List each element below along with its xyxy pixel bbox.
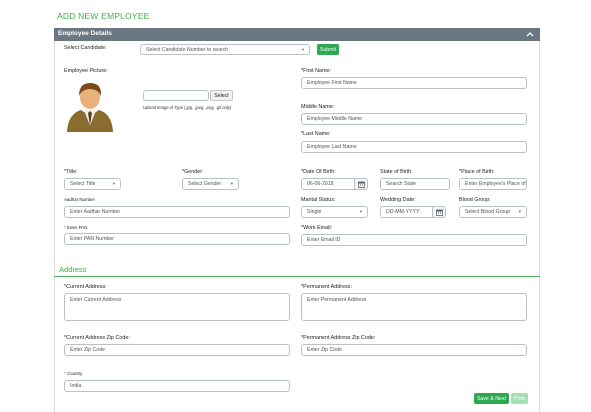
blood-group-select[interactable]: Select Blood Group ▾	[459, 206, 527, 218]
candidate-select[interactable]: Select Candidate Number to search ▾	[140, 44, 310, 55]
current-address-label: *Current Address:	[64, 284, 107, 290]
gender-label-text: Gender:	[184, 169, 204, 175]
chevron-up-icon[interactable]	[524, 28, 536, 41]
last-name-label-text: Last Name:	[303, 131, 331, 137]
state-of-birth-label: State of Birth:	[380, 169, 413, 175]
blood-group-value: Select Blood Group	[465, 209, 510, 215]
page-title: ADD NEW EMPLOYEE	[57, 11, 150, 21]
permanent-zip-label-text: Permanent Address Zip Code:	[303, 335, 376, 341]
current-zip-input[interactable]: Enter Zip Code	[64, 344, 290, 356]
first-name-label-text: First Name:	[303, 68, 331, 74]
select-picture-button[interactable]: Select	[210, 90, 233, 101]
blood-group-label: Blood Group:	[459, 197, 491, 203]
pan-label: * Enter PAN	[64, 225, 87, 230]
title-select[interactable]: Select Title ▾	[64, 178, 121, 190]
chevron-down-icon: ▾	[230, 181, 233, 186]
work-email-label: *Work Email:	[301, 225, 332, 231]
panel-header[interactable]	[54, 28, 540, 41]
permanent-zip-input[interactable]: Enter Zip Code	[301, 344, 527, 356]
print-button[interactable]: Print	[511, 393, 528, 404]
state-of-birth-input[interactable]: Search State	[380, 178, 450, 190]
upload-hint: Upload Image of Type (.jpg, .jpeg, .png,…	[143, 105, 232, 110]
candidate-select-value: Select Candidate Number to search	[146, 46, 229, 53]
country-label-text: Country	[66, 371, 83, 376]
place-of-birth-input[interactable]: Enter Employee's Place of B	[459, 178, 527, 190]
permanent-address-label-text: Permanent Address:	[303, 284, 352, 290]
chevron-down-icon: ▾	[112, 181, 115, 186]
dob-label: *Date Of Birth:	[301, 169, 336, 175]
pan-input[interactable]: Enter PAN Number	[64, 233, 290, 245]
gender-label: *Gender:	[182, 169, 204, 175]
permanent-address-textarea[interactable]: Enter Permanent Address	[301, 293, 527, 321]
country-input[interactable]: India	[64, 380, 290, 392]
first-name-label: *First Name:	[301, 68, 331, 74]
employee-avatar-icon	[64, 76, 116, 132]
wedding-date-input[interactable]: DD-MM-YYYY	[380, 206, 433, 218]
section-divider	[54, 276, 540, 277]
current-address-label-text: Current Address:	[66, 284, 107, 290]
calendar-icon[interactable]	[433, 206, 446, 218]
dob-label-text: Date Of Birth:	[303, 169, 336, 175]
picture-path-input[interactable]	[143, 90, 209, 101]
middle-name-label: Middle Name:	[301, 104, 335, 110]
title-label-text: Title:	[66, 169, 78, 175]
work-email-input[interactable]: Enter Email ID	[301, 234, 527, 246]
work-email-label-text: Work Email:	[303, 225, 333, 231]
submit-button[interactable]: Submit	[317, 44, 339, 55]
pan-label-text: Enter PAN	[66, 225, 88, 230]
panel-title: Employee Details	[58, 30, 112, 37]
country-label: * Country	[64, 371, 82, 376]
chevron-down-icon: ▾	[518, 209, 521, 214]
place-of-birth-label: *Place of Birth:	[459, 169, 495, 175]
calendar-icon[interactable]	[355, 178, 368, 190]
marital-status-label: Marital Status:	[301, 197, 336, 203]
chevron-down-icon: ▾	[301, 46, 304, 52]
save-next-button[interactable]: Save & Next	[474, 393, 509, 404]
address-section-title: Address	[59, 265, 87, 274]
permanent-zip-label: *Permanent Address Zip Code:	[301, 335, 375, 341]
dob-input[interactable]: 06-06-2018	[301, 178, 355, 190]
current-zip-label: *Current Address Zip Code:	[64, 335, 130, 341]
title-label: *Title:	[64, 169, 78, 175]
aadhar-label: Aadhar Number	[64, 197, 95, 202]
marital-status-value: Single	[307, 209, 322, 215]
current-zip-label-text: Current Address Zip Code:	[66, 335, 130, 341]
select-candidate-label: Select Candidate:	[64, 45, 107, 51]
last-name-input[interactable]: Employee Last Name	[301, 141, 527, 153]
first-name-input[interactable]: Employee First Name	[301, 77, 527, 89]
permanent-address-label: *Permanent Address:	[301, 284, 352, 290]
last-name-label: *Last Name:	[301, 131, 331, 137]
gender-select[interactable]: Select Gender ▾	[182, 178, 239, 190]
title-select-value: Select Title	[70, 181, 96, 187]
current-address-textarea[interactable]: Enter Current Address	[64, 293, 290, 321]
wedding-date-label: Wedding Date:	[380, 197, 416, 203]
gender-select-value: Select Gender	[188, 181, 222, 187]
place-of-birth-label-text: Place of Birth:	[461, 169, 495, 175]
chevron-down-icon: ▾	[359, 209, 362, 214]
aadhar-input[interactable]: Enter Aadhar Number	[64, 206, 290, 218]
marital-status-select[interactable]: Single ▾	[301, 206, 368, 218]
required-mark: *	[64, 371, 66, 376]
employee-picture-label: Employee Picture:	[64, 68, 108, 74]
required-mark: *	[64, 225, 66, 230]
middle-name-input[interactable]: Employee Middle Name	[301, 113, 527, 125]
